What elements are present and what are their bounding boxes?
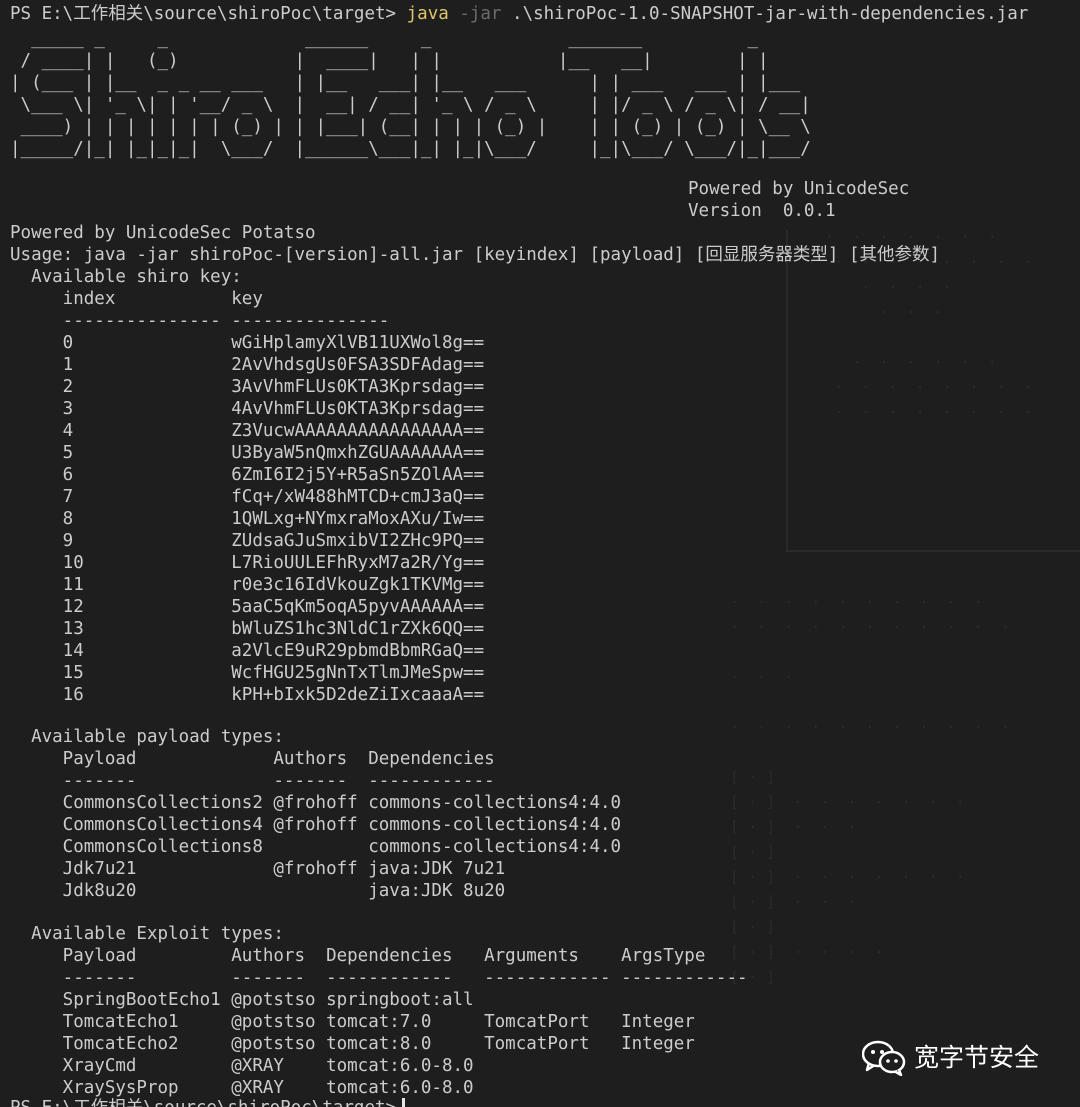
version-line: Version 0.0.1: [688, 201, 836, 221]
exploit-header: Payload Authors Dependencies Arguments A…: [10, 946, 706, 966]
exploit-row: XrayCmd @XRAY tomcat:6.0-8.0: [10, 1056, 474, 1076]
watermark: 宽字节安全: [862, 1040, 1039, 1076]
watermark-text: 宽字节安全: [914, 1043, 1040, 1072]
wechat-icon: [862, 1040, 906, 1076]
key-row: 6 6ZmI6I2j5Y+R5aSn5ZOlAA==: [10, 465, 485, 485]
payload-row: CommonsCollections8 commons-collections4…: [10, 837, 622, 857]
exploit-row: TomcatEcho1 @potstso tomcat:7.0 TomcatPo…: [10, 1012, 695, 1032]
key-row: 14 a2VlcE9uR29pbmdBbmRGaQ==: [10, 641, 485, 661]
payload-row: Jdk8u20 java:JDK 8u20: [10, 881, 506, 901]
payload-row: CommonsCollections4 @frohoff commons-col…: [10, 815, 622, 835]
ghost-overlay-lower: · · · · · · · · · · · · · · · · · · · · …: [730, 593, 1010, 986]
final-prompt: PS E:\工作相关\source\shiroPoc\target>: [10, 1098, 396, 1107]
exploit-title: Available Exploit types:: [10, 924, 284, 944]
powered-by-right: Powered by UnicodeSec: [688, 179, 910, 199]
keys-title: Available shiro key:: [10, 267, 242, 287]
exploit-divider: ------- ------- ------------ -----------…: [10, 968, 748, 988]
key-row: 0 wGiHplamyXlVB11UXWol8g==: [10, 333, 485, 353]
key-row: 5 U3ByaW5nQmxhZGUAAAAAAA==: [10, 443, 485, 463]
exploit-row: XraySysProp @XRAY tomcat:6.0-8.0: [10, 1078, 474, 1098]
payload-title: Available payload types:: [10, 727, 284, 747]
prompt-path: PS E:\工作相关\source\shiroPoc\target>: [10, 4, 397, 24]
final-prompt-line[interactable]: PS E:\工作相关\source\shiroPoc\target>: [10, 1097, 406, 1107]
key-row: 1 2AvVhdsgUs0FSA3SDFAdag==: [10, 355, 485, 375]
payload-row: Jdk7u21 @frohoff java:JDK 7u21: [10, 859, 506, 879]
powered-by-line: Powered by UnicodeSec Potatso: [10, 223, 316, 243]
payload-header: Payload Authors Dependencies: [10, 749, 495, 769]
key-row: 2 3AvVhmFLUs0KTA3Kprsdag==: [10, 377, 485, 397]
payload-divider: ------- ------- ------------: [10, 771, 495, 791]
key-row: 12 5aaC5qKm5oqA5pyvAAAAAA==: [10, 597, 485, 617]
key-row: 16 kPH+bIxk5D2deZiIxcaaaA==: [10, 685, 485, 705]
key-row: 4 Z3VucwAAAAAAAAAAAAAAAA==: [10, 421, 485, 441]
key-row: 7 fCq+/xW488hMTCD+cmJ3aQ==: [10, 487, 485, 507]
command-jar-path: .\shiroPoc-1.0-SNAPSHOT-jar-with-depende…: [512, 4, 1029, 24]
ghost-frame: [786, 230, 1080, 552]
command-flag: -jar: [459, 4, 502, 24]
keys-divider: --------------- ---------------: [10, 311, 390, 331]
usage-line: Usage: java -jar shiroPoc-[version]-all.…: [10, 245, 941, 265]
ascii-banner: _____ _ _ ______ _ _______ _ / ____| | (…: [10, 29, 811, 159]
key-row: 10 L7RioUULEFhRyxM7a2R/Yg==: [10, 553, 485, 573]
exploit-row: SpringBootEcho1 @potstso springboot:all: [10, 990, 474, 1010]
text-cursor: [402, 1098, 406, 1107]
key-row: 8 1QWLxg+NYmxraMoxAXu/Iw==: [10, 509, 485, 529]
key-row: 9 ZUdsaGJuSmxibVI2ZHc9PQ==: [10, 531, 485, 551]
key-row: 3 4AvVhmFLUs0KTA3Kprsdag==: [10, 399, 485, 419]
exploit-row: TomcatEcho2 @potstso tomcat:8.0 TomcatPo…: [10, 1034, 695, 1054]
key-row: 13 bWluZS1hc3NldC1rZXk6QQ==: [10, 619, 485, 639]
command-name: java: [406, 4, 449, 24]
payload-row: CommonsCollections2 @frohoff commons-col…: [10, 793, 622, 813]
keys-header: index key: [10, 289, 263, 309]
key-row: 15 WcfHGU25gNnTxTlmJMeSpw==: [10, 663, 485, 683]
terminal-window[interactable]: · · · · · · · · · · · · · · · · · · · · …: [0, 0, 1080, 1107]
command-line: PS E:\工作相关\source\shiroPoc\target> java …: [10, 3, 1028, 25]
key-row: 11 r0e3c16IdVkouZgk1TKVMg==: [10, 575, 485, 595]
